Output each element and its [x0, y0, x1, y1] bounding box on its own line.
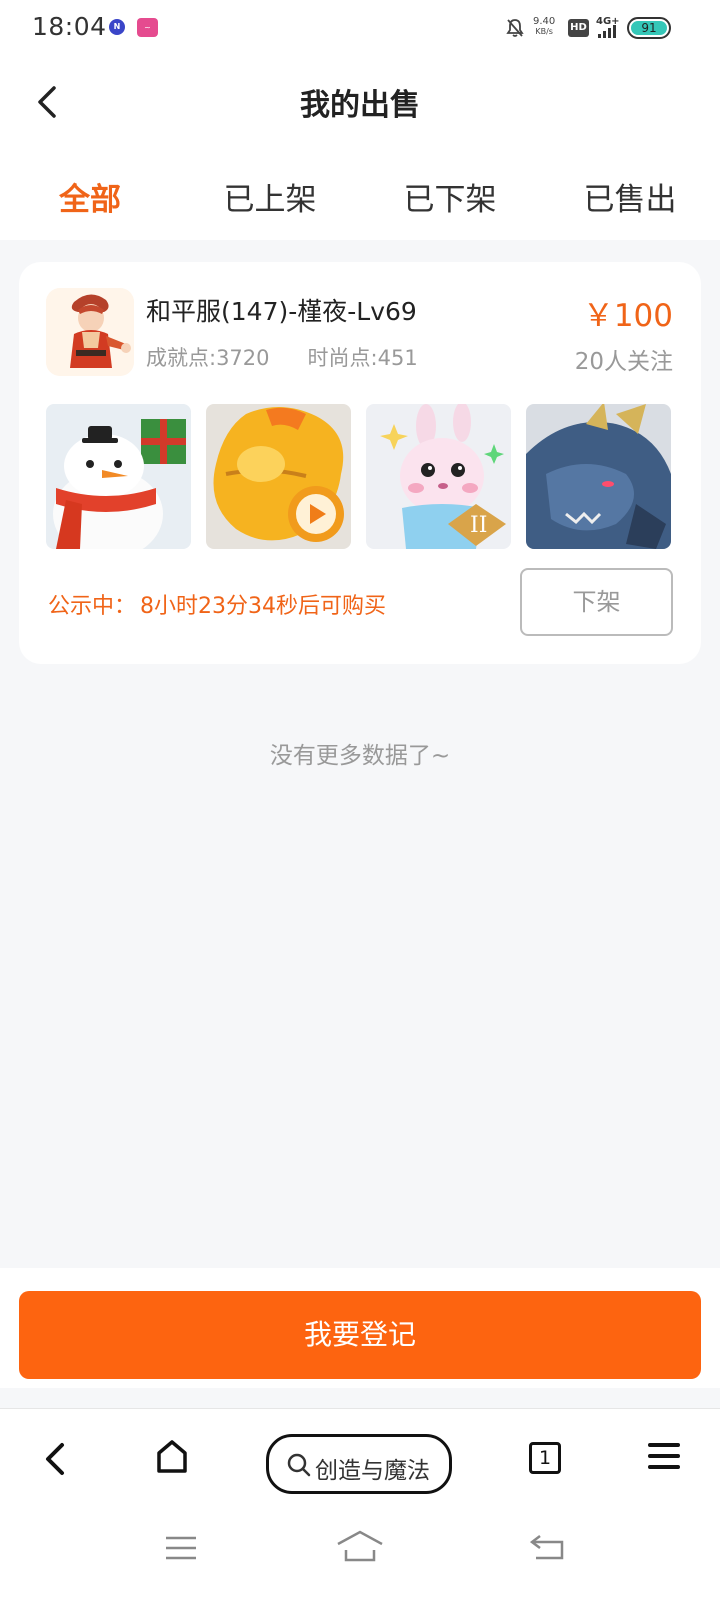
recent-apps-icon[interactable] — [164, 1534, 198, 1562]
app-notification-icon-2: ~ — [137, 18, 158, 37]
signal-icon: 4G+ — [596, 16, 620, 38]
browser-menu-icon[interactable] — [648, 1441, 680, 1471]
system-home-icon[interactable] — [336, 1528, 384, 1564]
network-type: 4G+ — [596, 16, 620, 27]
notice-countdown: 8小时23分34秒后可购买 — [140, 594, 387, 619]
system-navigation-bar — [0, 1506, 720, 1600]
svg-text:II: II — [470, 513, 487, 538]
delist-button[interactable]: 下架 — [520, 568, 673, 636]
browser-search-box[interactable]: 创造与魔法 — [266, 1434, 452, 1494]
listing-card[interactable]: 和平服(147)-槿夜-Lv69 成就点:3720 时尚点:451 ￥100 20… — [19, 262, 701, 664]
pet-thumbnails: II — [46, 404, 671, 549]
tab-delisted[interactable]: 已下架 — [360, 148, 540, 240]
app-notification-icon: N — [109, 19, 125, 35]
character-avatar — [46, 288, 134, 376]
header: 我的出售 — [0, 58, 720, 148]
browser-back-icon[interactable] — [40, 1439, 72, 1479]
system-back-icon[interactable] — [530, 1532, 566, 1562]
tab-all[interactable]: 全部 — [0, 148, 180, 240]
achievement-points: 成就点:3720 — [146, 346, 270, 370]
fashion-points: 时尚点:451 — [307, 346, 418, 370]
browser-tabs-button[interactable]: 1 — [529, 1442, 561, 1474]
network-speed: 9.40 KB/s — [533, 17, 555, 37]
notice-label: 公示中： — [48, 594, 137, 619]
listing-price: ￥100 — [582, 298, 673, 334]
blue-dragon-pet-thumbnail[interactable] — [526, 404, 671, 549]
tab-listed[interactable]: 已上架 — [180, 148, 360, 240]
tab-bar: 全部 已上架 已下架 已售出 — [0, 148, 720, 240]
snowman-pet-thumbnail[interactable] — [46, 404, 191, 549]
listing-stats: 成就点:3720 时尚点:451 — [146, 342, 418, 372]
followers-count: 20人关注 — [574, 349, 673, 375]
hd-badge: HD — [568, 19, 589, 37]
status-time: 18:04 — [32, 12, 107, 41]
listing-title: 和平服(147)-槿夜-Lv69 — [146, 297, 417, 326]
search-icon — [287, 1453, 311, 1477]
tab-sold[interactable]: 已售出 — [540, 148, 720, 240]
browser-search-label: 创造与魔法 — [315, 1458, 430, 1484]
browser-home-icon[interactable] — [156, 1439, 188, 1475]
bell-muted-icon — [506, 19, 524, 37]
pink-rabbit-pet-thumbnail[interactable]: II — [366, 404, 511, 549]
battery-icon: 91 — [627, 17, 671, 39]
battery-level: 91 — [631, 21, 667, 35]
browser-toolbar: 创造与魔法 1 — [0, 1408, 720, 1506]
register-button[interactable]: 我要登记 — [19, 1291, 701, 1379]
page-title: 我的出售 — [300, 88, 420, 123]
status-bar: 18:04 N ~ 9.40 KB/s HD 4G+ 91 — [0, 0, 720, 58]
network-speed-unit: KB/s — [535, 27, 553, 36]
listing-notice: 公示中： 8小时23分34秒后可购买 — [48, 588, 386, 620]
network-speed-value: 9.40 — [533, 16, 556, 27]
golden-pig-pet-thumbnail[interactable] — [206, 404, 351, 549]
no-more-data-text: 没有更多数据了~ — [269, 743, 451, 769]
